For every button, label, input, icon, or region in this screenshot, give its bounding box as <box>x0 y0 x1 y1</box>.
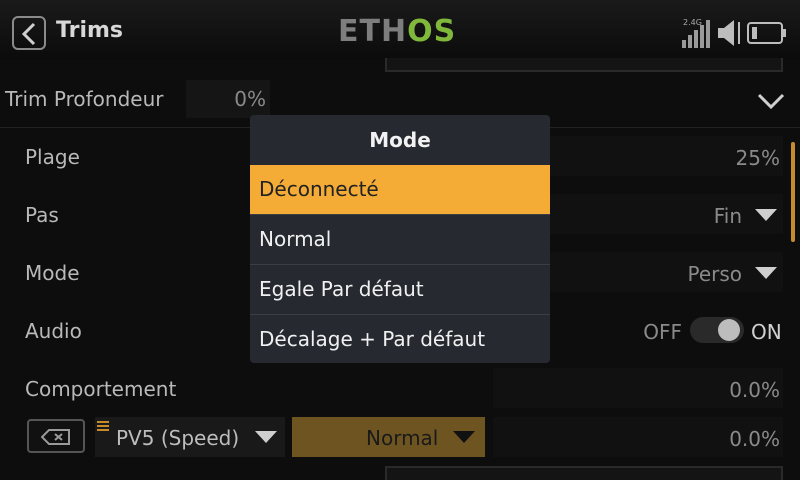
audio-toggle[interactable] <box>690 317 744 343</box>
popup-title: Mode <box>369 128 431 152</box>
option-normal[interactable]: Normal <box>250 214 550 263</box>
mode-label: Mode <box>25 261 80 285</box>
top-partial-box <box>385 58 783 72</box>
bottom-partial-box <box>385 466 783 480</box>
toggle-knob <box>718 319 740 341</box>
source-value: PV5 (Speed) <box>116 426 240 450</box>
ethos-logo: ETHOS <box>338 14 457 49</box>
chevron-down-icon[interactable] <box>757 92 785 110</box>
mode-value: Perso <box>687 262 742 286</box>
mode-dropdown-arrow-icon <box>755 267 777 279</box>
audio-label: Audio <box>25 319 82 343</box>
status-icons <box>682 20 786 48</box>
option-egale-par-defaut[interactable]: Egale Par défaut <box>250 264 550 313</box>
audio-off-label: OFF <box>643 320 682 344</box>
menu-icon <box>97 421 109 431</box>
battery-icon <box>747 22 786 44</box>
normal-dropdown[interactable]: Normal <box>292 417 485 457</box>
option-decalage-par-defaut[interactable]: Décalage + Par défaut <box>250 314 550 363</box>
speaker-icon <box>718 20 740 46</box>
signal-icon <box>682 20 710 48</box>
option-deconnecte[interactable]: Déconnecté <box>250 165 550 214</box>
audio-on-label: ON <box>751 320 782 344</box>
clear-button[interactable] <box>27 419 85 453</box>
mode-popup: Mode Déconnecté Normal Egale Par défaut … <box>250 115 550 363</box>
trim-value: 0% <box>234 87 266 111</box>
backspace-icon <box>41 429 70 445</box>
header-bar: Trims ETHOS 2.4G <box>0 0 800 60</box>
trim-label: Trim Profondeur <box>5 87 164 111</box>
bottom-value: 0.0% <box>729 427 780 451</box>
scrollbar[interactable] <box>791 142 795 242</box>
page-title: Trims <box>56 18 123 43</box>
back-icon <box>21 22 36 46</box>
back-button[interactable] <box>12 16 46 50</box>
plage-value: 25% <box>735 146 780 170</box>
normal-dropdown-arrow-icon <box>453 431 475 443</box>
source-dropdown[interactable]: PV5 (Speed) <box>95 417 285 457</box>
source-dropdown-arrow-icon <box>255 431 277 443</box>
comportement-value: 0.0% <box>729 378 780 402</box>
pas-dropdown-arrow-icon <box>755 209 777 221</box>
plage-label: Plage <box>25 145 80 169</box>
comportement-label: Comportement <box>25 377 177 401</box>
pas-value: Fin <box>713 204 742 228</box>
pas-label: Pas <box>25 203 59 227</box>
normal-value: Normal <box>366 426 439 450</box>
